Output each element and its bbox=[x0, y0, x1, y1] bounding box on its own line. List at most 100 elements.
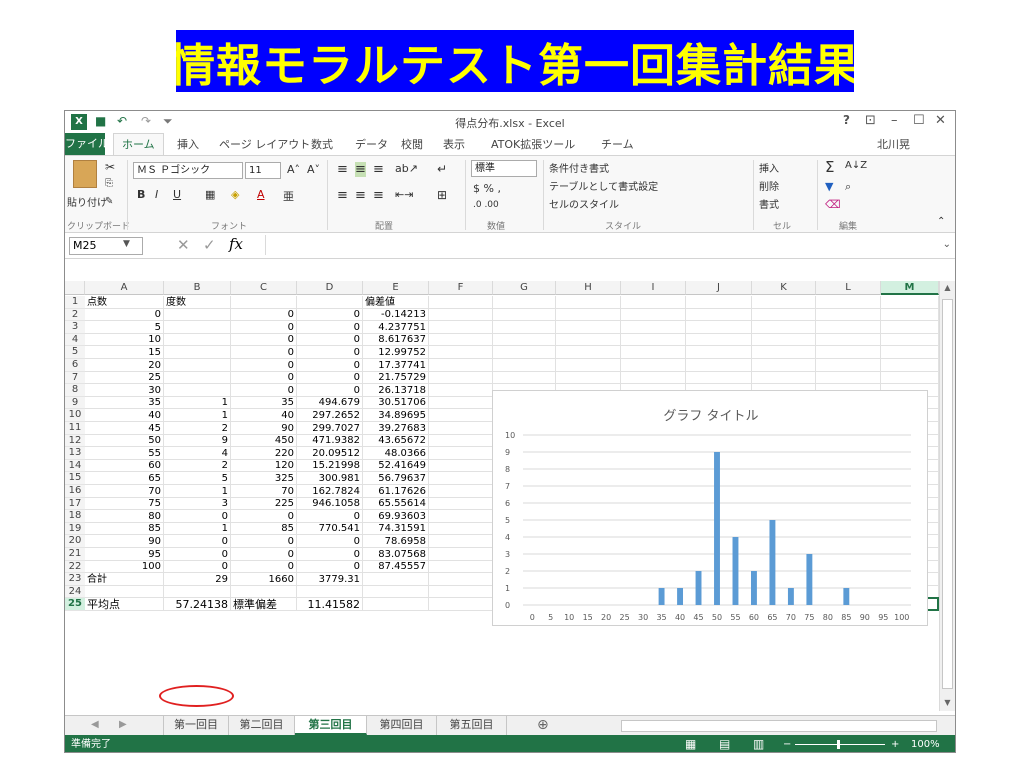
cell[interactable]: 0 bbox=[299, 360, 360, 372]
format-as-table-button[interactable]: テーブルとして書式設定 bbox=[549, 178, 658, 193]
accounting-format-icon[interactable]: $ % , bbox=[473, 182, 501, 195]
cell[interactable]: 29 bbox=[166, 574, 228, 586]
row-header[interactable]: 2 bbox=[65, 308, 85, 322]
cell[interactable]: 21.75729 bbox=[365, 372, 426, 384]
tab-file[interactable]: ファイル bbox=[65, 133, 109, 155]
formula-input[interactable] bbox=[265, 235, 935, 255]
cell[interactable]: 度数 bbox=[166, 297, 228, 309]
row-header[interactable]: 1 bbox=[65, 296, 85, 309]
cell[interactable]: 225 bbox=[233, 498, 294, 510]
minimize-button[interactable]: – bbox=[891, 113, 898, 128]
align-left-icon[interactable]: ≡ bbox=[337, 188, 348, 203]
format-cells-button[interactable]: 書式 bbox=[759, 196, 779, 211]
wrap-text-icon[interactable]: ↵ bbox=[437, 162, 447, 176]
cancel-icon[interactable]: ✕ bbox=[177, 236, 190, 254]
cell[interactable]: 25 bbox=[87, 372, 161, 384]
cell[interactable]: 20 bbox=[87, 360, 161, 372]
cell[interactable]: 0 bbox=[233, 372, 294, 384]
select-all-corner[interactable] bbox=[65, 281, 85, 295]
phonetic-icon[interactable]: 亜 bbox=[283, 188, 294, 204]
number-format-select[interactable]: 標準 bbox=[471, 160, 537, 177]
cell[interactable]: 0 bbox=[166, 511, 228, 523]
indent-icon[interactable]: ⇤⇥ bbox=[395, 188, 413, 201]
sheet-tab[interactable]: 第二回目 bbox=[229, 716, 295, 735]
merge-cells-icon[interactable]: ⊞ bbox=[437, 188, 447, 202]
cell[interactable]: 471.9382 bbox=[299, 435, 360, 447]
underline-button[interactable]: U bbox=[173, 188, 181, 201]
column-header[interactable]: J bbox=[686, 281, 752, 295]
cell[interactable]: 43.65672 bbox=[365, 435, 426, 447]
column-header[interactable]: D bbox=[297, 281, 363, 295]
row-header[interactable]: 8 bbox=[65, 384, 85, 397]
column-header[interactable]: A bbox=[85, 281, 164, 295]
shrink-font-icon[interactable]: A˅ bbox=[307, 163, 320, 176]
cell[interactable]: 946.1058 bbox=[299, 498, 360, 510]
cell[interactable]: 0 bbox=[299, 322, 360, 334]
row-header[interactable]: 4 bbox=[65, 333, 85, 347]
cell[interactable]: 90 bbox=[87, 536, 161, 548]
grow-font-icon[interactable]: A˄ bbox=[287, 163, 300, 176]
cell[interactable]: 3779.31 bbox=[299, 574, 360, 586]
tab-review[interactable]: 校閲 bbox=[401, 136, 423, 152]
cell[interactable]: 0 bbox=[233, 309, 294, 321]
delete-cells-button[interactable]: 削除 bbox=[759, 178, 779, 193]
row-header[interactable]: 7 bbox=[65, 371, 85, 385]
cell[interactable]: 20.09512 bbox=[299, 448, 360, 460]
cell[interactable]: 11.41582 bbox=[299, 598, 361, 611]
cell[interactable]: 30.51706 bbox=[365, 397, 426, 409]
row-header[interactable]: 20 bbox=[65, 535, 85, 548]
name-box[interactable]: M25 bbox=[69, 237, 143, 255]
border-icon[interactable]: ▦ bbox=[205, 188, 215, 201]
decimal-icon[interactable]: .0 .00 bbox=[473, 200, 499, 210]
sheet-tab[interactable]: 第一回目 bbox=[163, 716, 229, 735]
cell[interactable]: 0 bbox=[299, 561, 360, 573]
cell[interactable]: 15 bbox=[87, 347, 161, 359]
scroll-thumb[interactable] bbox=[942, 299, 953, 689]
align-center-icon[interactable]: ≡ bbox=[355, 188, 366, 203]
row-header[interactable]: 15 bbox=[65, 472, 85, 485]
cell[interactable]: 1 bbox=[166, 397, 228, 409]
tab-team[interactable]: チーム bbox=[601, 136, 634, 152]
sort-filter-icon[interactable]: A↓Z bbox=[845, 160, 867, 171]
cell[interactable]: 0 bbox=[233, 385, 294, 397]
collapse-ribbon-icon[interactable]: ⌃ bbox=[937, 216, 945, 227]
cell[interactable]: 85 bbox=[87, 523, 161, 535]
cell[interactable]: 35 bbox=[233, 397, 294, 409]
insert-function-icon[interactable]: fx bbox=[229, 235, 243, 253]
row-header[interactable]: 3 bbox=[65, 321, 85, 334]
fill-icon[interactable]: ▼ bbox=[825, 180, 833, 193]
cell[interactable]: 1 bbox=[166, 486, 228, 498]
page-break-view-icon[interactable]: ▥ bbox=[753, 735, 764, 752]
tab-view[interactable]: 表示 bbox=[443, 136, 465, 152]
font-size-select[interactable]: 11 bbox=[245, 162, 281, 179]
cell[interactable]: 点数 bbox=[87, 297, 161, 309]
cell[interactable]: 5 bbox=[166, 473, 228, 485]
cell[interactable]: 1 bbox=[166, 523, 228, 535]
column-header[interactable]: I bbox=[621, 281, 686, 295]
cell[interactable]: 39.27683 bbox=[365, 423, 426, 435]
find-select-icon[interactable]: ⌕ bbox=[845, 180, 851, 194]
cell[interactable]: 100 bbox=[87, 561, 161, 573]
cell[interactable]: 220 bbox=[233, 448, 294, 460]
column-header[interactable]: E bbox=[363, 281, 429, 295]
cell[interactable]: 標準偏差 bbox=[233, 598, 294, 611]
tab-home[interactable]: ホーム bbox=[113, 133, 164, 155]
ribbon-display-icon[interactable]: ⊡ bbox=[865, 113, 876, 128]
cell[interactable]: 95 bbox=[87, 549, 161, 561]
italic-button[interactable]: I bbox=[155, 188, 158, 201]
zoom-out-icon[interactable]: − bbox=[783, 735, 791, 752]
row-header[interactable]: 12 bbox=[65, 434, 85, 448]
cell[interactable]: 15.21998 bbox=[299, 460, 360, 472]
conditional-format-button[interactable]: 条件付き書式 bbox=[549, 160, 609, 175]
enter-icon[interactable]: ✓ bbox=[203, 236, 216, 254]
sheet-tab[interactable]: 第五回目 bbox=[437, 716, 507, 735]
column-header[interactable]: C bbox=[231, 281, 297, 295]
cell[interactable]: 120 bbox=[233, 460, 294, 472]
new-sheet-icon[interactable]: ⊕ bbox=[537, 717, 549, 733]
cell[interactable]: 0 bbox=[166, 549, 228, 561]
cell[interactable]: 5 bbox=[87, 322, 161, 334]
cell[interactable]: 30 bbox=[87, 385, 161, 397]
cell[interactable]: 45 bbox=[87, 423, 161, 435]
row-header[interactable]: 18 bbox=[65, 510, 85, 523]
row-header[interactable]: 17 bbox=[65, 497, 85, 511]
